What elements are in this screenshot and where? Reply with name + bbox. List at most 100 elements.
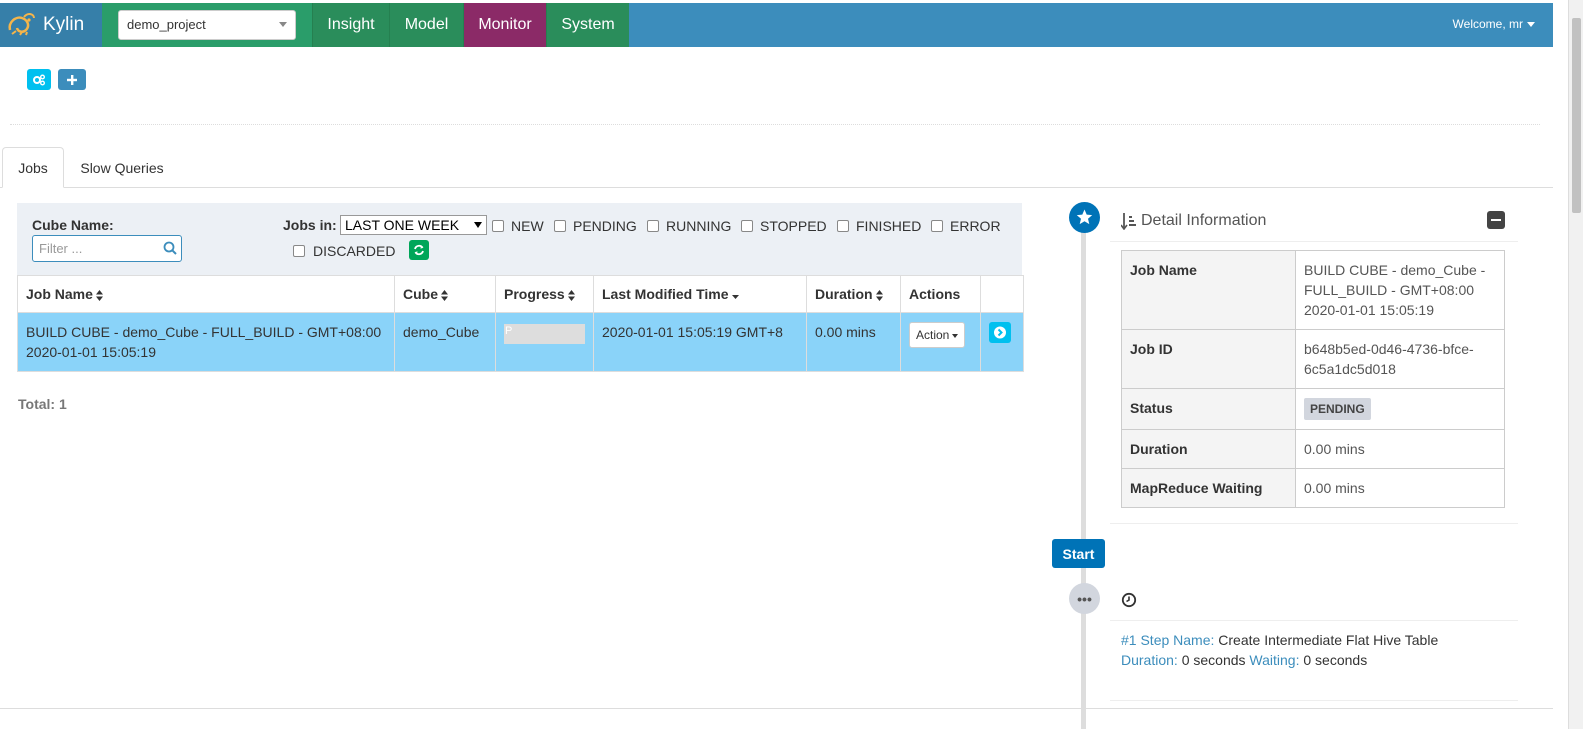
detail-row: Duration 0.00 mins — [1121, 429, 1505, 469]
checkbox-discarded[interactable] — [293, 245, 305, 257]
progress-bar: P — [504, 324, 585, 344]
project-cell: demo_project — [102, 3, 312, 47]
separator — [10, 124, 1540, 125]
user-menu[interactable]: Welcome, mr — [1453, 17, 1535, 31]
collapse-button[interactable] — [1487, 211, 1505, 229]
detail-key: Job Name — [1121, 250, 1296, 330]
sort-amount-icon — [1121, 213, 1136, 230]
step-separator — [1110, 620, 1518, 621]
col-expand — [980, 275, 1024, 313]
checkbox-running[interactable] — [647, 220, 659, 232]
nav-tab-system[interactable]: System — [546, 3, 629, 47]
action-dropdown-button[interactable]: Action — [909, 322, 966, 348]
filter-panel: Cube Name: Filter ... Jobs in: LAST ONE … — [17, 203, 1022, 275]
detail-row: Job ID b648b5ed-0d46-4736-bfce-6c5a1dc5d… — [1121, 329, 1505, 389]
col-cube[interactable]: Cube — [394, 275, 496, 313]
col-job-name-label: Job Name — [26, 286, 93, 302]
step-name-line: #1 Step Name: Create Intermediate Flat H… — [1121, 632, 1438, 648]
detail-row: Status PENDING — [1121, 388, 1505, 430]
timeline-star-marker — [1069, 202, 1100, 233]
bottom-border — [0, 708, 1553, 709]
brand-name: Kylin — [43, 14, 85, 35]
col-duration-label: Duration — [815, 286, 873, 302]
nav-tab-insight[interactable]: Insight — [312, 3, 389, 47]
top-navbar: Kylin demo_project Insight Model Monitor… — [0, 3, 1553, 47]
step-duration-line: Duration: 0 seconds Waiting: 0 seconds — [1121, 652, 1367, 668]
scrollbar-thumb[interactable] — [1572, 18, 1581, 213]
kylin-logo-icon — [8, 13, 35, 36]
checkbox-running-label: RUNNING — [666, 218, 732, 234]
search-icon — [163, 241, 177, 255]
step-name-value: Create Intermediate Flat Hive Table — [1218, 632, 1439, 648]
checkbox-stopped[interactable] — [741, 220, 753, 232]
checkbox-new[interactable] — [492, 220, 504, 232]
progress-text: P — [505, 325, 513, 337]
detail-value: 0.00 mins — [1295, 429, 1505, 469]
sort-desc-icon — [731, 294, 739, 299]
ellipsis-icon: ••• — [1069, 583, 1100, 614]
checkbox-finished-label: FINISHED — [856, 218, 922, 234]
checkbox-error-label: ERROR — [950, 218, 1001, 234]
cell-actions: Action — [900, 312, 981, 372]
star-icon — [1076, 209, 1093, 225]
checkbox-discarded-label: DISCARDED — [313, 243, 396, 259]
jobs-in-select[interactable]: LAST ONE WEEK — [340, 215, 487, 235]
col-actions-label: Actions — [909, 286, 961, 302]
table-row[interactable]: BUILD CUBE - demo_Cube - FULL_BUILD - GM… — [17, 312, 1024, 372]
welcome-text: Welcome, mr — [1452, 17, 1523, 31]
step-name-label: #1 Step Name: — [1121, 632, 1215, 648]
col-cube-label: Cube — [403, 286, 438, 302]
cogs-icon — [33, 74, 45, 85]
project-select[interactable]: demo_project — [118, 10, 296, 40]
view-detail-button[interactable] — [989, 322, 1011, 343]
caret-down-icon — [1527, 22, 1535, 28]
col-progress[interactable]: Progress — [495, 275, 594, 313]
detail-row: Job Name BUILD CUBE - demo_Cube - FULL_B… — [1121, 250, 1505, 330]
checkbox-pending[interactable] — [554, 220, 566, 232]
detail-title: Detail Information — [1141, 212, 1267, 229]
detail-value: b648b5ed-0d46-4736-bfce-6c5a1dc5d018 — [1295, 329, 1505, 389]
detail-value: BUILD CUBE - demo_Cube - FULL_BUILD - GM… — [1295, 250, 1505, 330]
checkbox-finished[interactable] — [837, 220, 849, 232]
nav-tab-monitor[interactable]: Monitor — [463, 3, 546, 47]
checkbox-new-label: NEW — [511, 218, 544, 234]
sort-icon — [95, 289, 103, 301]
step-waiting-label: Waiting: — [1249, 652, 1300, 668]
add-button[interactable] — [58, 69, 86, 90]
project-select-value: demo_project — [127, 17, 206, 32]
detail-key: Duration — [1121, 429, 1296, 469]
tab-slow-queries[interactable]: Slow Queries — [68, 147, 176, 188]
plus-icon — [67, 74, 77, 85]
col-job-name[interactable]: Job Name — [17, 275, 395, 313]
jobs-in-label: Jobs in: — [283, 217, 337, 233]
clock-icon — [1121, 592, 1137, 608]
refresh-button[interactable] — [409, 240, 429, 260]
filter-placeholder: Filter ... — [39, 241, 83, 256]
cube-filter-input[interactable]: Filter ... — [32, 235, 182, 262]
detail-key: MapReduce Waiting — [1121, 468, 1296, 508]
chevron-down-icon — [279, 22, 287, 27]
jobs-in-value: LAST ONE WEEK — [345, 217, 460, 233]
checkbox-pending-label: PENDING — [573, 218, 637, 234]
scrollbar[interactable] — [1568, 0, 1583, 729]
detail-key: Job ID — [1121, 329, 1296, 389]
cell-duration: 0.00 mins — [806, 312, 901, 372]
checkbox-error[interactable] — [931, 220, 943, 232]
timeline-line — [1081, 215, 1086, 729]
detail-separator — [1110, 241, 1518, 242]
settings-button[interactable] — [27, 69, 51, 90]
refresh-icon — [414, 244, 424, 256]
nav-tab-model[interactable]: Model — [389, 3, 463, 47]
cell-last-modified: 2020-01-01 15:05:19 GMT+8 — [593, 312, 807, 372]
total-count: Total: 1 — [18, 396, 67, 412]
detail-value: PENDING — [1295, 388, 1505, 430]
col-duration[interactable]: Duration — [806, 275, 901, 313]
tab-jobs[interactable]: Jobs — [2, 147, 64, 188]
checkbox-stopped-label: STOPPED — [760, 218, 827, 234]
step-duration-value: 0 seconds — [1181, 652, 1246, 668]
cell-expand — [980, 312, 1024, 372]
cube-name-label: Cube Name: — [32, 217, 114, 233]
brand[interactable]: Kylin — [0, 3, 102, 47]
sort-icon — [875, 289, 883, 301]
col-last-modified[interactable]: Last Modified Time — [593, 275, 807, 313]
